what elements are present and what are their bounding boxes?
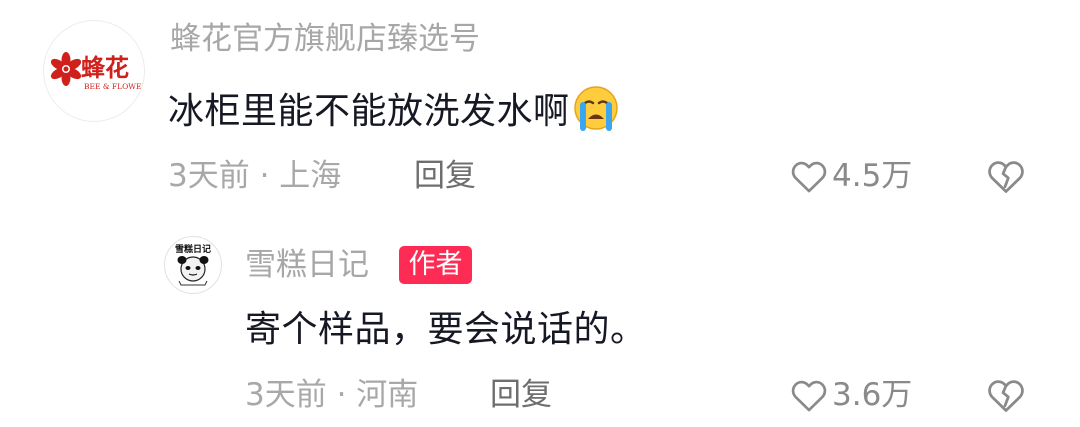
broken-heart-icon: [988, 161, 1024, 193]
reply-dislike-button[interactable]: [986, 377, 1026, 417]
broken-heart-icon: [988, 380, 1024, 412]
heart-icon: [791, 161, 827, 193]
replier-avatar[interactable]: 雪糕日记: [164, 236, 222, 294]
reply-like-count: 3.6万: [832, 377, 913, 413]
comment-like-button[interactable]: 4.5万: [790, 156, 912, 196]
reply-meta: 3天前 · 河南: [245, 377, 419, 413]
commenter-username[interactable]: 蜂花官方旗舰店臻选号: [170, 19, 480, 59]
reply-reply-button[interactable]: 回复: [490, 375, 552, 415]
commenter-avatar[interactable]: 蜂花 BEE & FLOWER: [43, 20, 145, 122]
comment-text: 冰柜里能不能放洗发水啊: [168, 84, 620, 144]
heart-icon: [791, 380, 827, 412]
crying-face-emoji-icon: [572, 84, 620, 144]
replier-username[interactable]: 雪糕日记: [245, 245, 369, 285]
comment-like-count: 4.5万: [832, 158, 913, 194]
comment-dislike-button[interactable]: [986, 158, 1026, 198]
comment-meta: 3天前 · 上海: [168, 158, 342, 194]
comment-text-body: 冰柜里能不能放洗发水啊: [168, 91, 570, 132]
comment-thread: 蜂花 BEE & FLOWER 蜂花官方旗舰店臻选号 冰柜里能不能放洗发水啊 3…: [0, 0, 1080, 427]
reply-like-button[interactable]: 3.6万: [790, 375, 912, 415]
panda-meme-avatar-icon: 雪糕日记: [175, 243, 211, 286]
author-badge: 作者: [399, 246, 472, 284]
avatar-brand-text: 蜂花: [81, 54, 129, 82]
replier-avatar-label: 雪糕日记: [175, 243, 211, 255]
reply-text: 寄个样品，要会说话的。: [245, 309, 647, 350]
bee-flower-logo-icon: 蜂花 BEE & FLOWER: [50, 52, 144, 91]
comment-reply-button[interactable]: 回复: [414, 156, 476, 196]
avatar-brand-en-text: BEE & FLOWER: [84, 82, 144, 91]
